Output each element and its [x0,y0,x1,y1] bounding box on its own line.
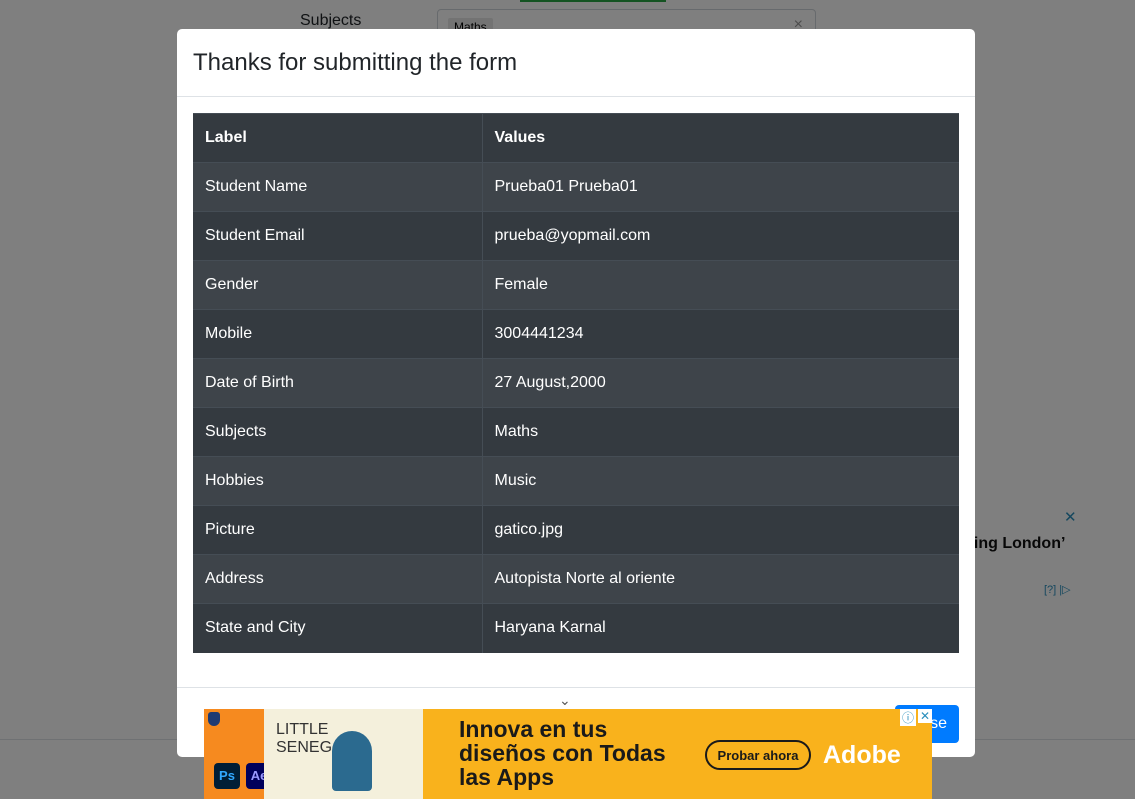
shield-icon [208,712,220,726]
ad-poster-image: LITTLE SENEGAL [264,709,423,799]
row-label: Address [193,554,483,604]
row-label: State and City [193,603,483,653]
row-value: Music [482,456,959,506]
row-label: Subjects [193,407,483,457]
chevron-down-icon[interactable]: ⌄ [559,692,571,709]
row-value: Maths [482,407,959,457]
table-row: Student Name Prueba01 Prueba01 [193,162,959,212]
adobe-logo: Adobe [823,741,901,769]
row-label: Hobbies [193,456,483,506]
table-row: State and City Haryana Karnal [193,603,959,653]
ad-info-icon[interactable]: ⓘ [900,709,917,726]
ad-left-panel: Ps Ae [204,709,272,799]
modal-header: Thanks for submitting the form [177,29,975,97]
table-row: Picture gatico.jpg [193,505,959,555]
table-row: Date of Birth 27 August,2000 [193,358,959,408]
row-label: Picture [193,505,483,555]
ad-headline: Innova en tus diseños con Todas las Apps [459,716,666,790]
row-label: Gender [193,260,483,310]
header-label: Label [193,113,483,163]
table-header-row: Label Values [193,113,959,163]
ad-banner[interactable]: Ps Ae LITTLE SENEGAL Innova en tus diseñ… [204,709,932,799]
ad-close-icon[interactable]: ✕ [918,709,932,723]
table-row: Subjects Maths [193,407,959,457]
row-label: Mobile [193,309,483,359]
table-row: Hobbies Music [193,456,959,506]
row-value: Prueba01 Prueba01 [482,162,959,212]
table-row: Gender Female [193,260,959,310]
row-value: 27 August,2000 [482,358,959,408]
row-value: Female [482,260,959,310]
row-value: prueba@yopmail.com [482,211,959,261]
photoshop-icon: Ps [214,763,240,789]
row-label: Student Email [193,211,483,261]
results-table: Label Values Student Name Prueba01 Prueb… [193,113,959,653]
modal-body: Label Values Student Name Prueba01 Prueb… [177,97,975,669]
row-value: Autopista Norte al oriente [482,554,959,604]
row-value: Haryana Karnal [482,603,959,653]
table-row: Mobile 3004441234 [193,309,959,359]
row-label: Date of Birth [193,358,483,408]
row-value: gatico.jpg [482,505,959,555]
poster-figure [332,731,372,791]
header-values: Values [482,113,959,163]
row-label: Student Name [193,162,483,212]
modal-title: Thanks for submitting the form [193,49,518,76]
submission-modal: Thanks for submitting the form Label Val… [177,29,975,757]
table-row: Address Autopista Norte al oriente [193,554,959,604]
row-value: 3004441234 [482,309,959,359]
table-row: Student Email prueba@yopmail.com [193,211,959,261]
ad-cta-button[interactable]: Probar ahora [705,740,811,770]
